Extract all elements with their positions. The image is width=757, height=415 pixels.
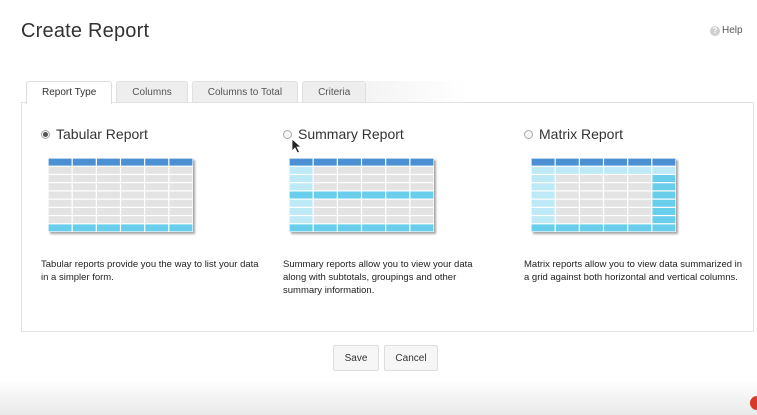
help-icon: ? <box>710 25 720 36</box>
matrix-report-description: Matrix reports allow you to view data su… <box>524 259 743 283</box>
summary-report-grid-icon <box>289 158 434 232</box>
tabular-report-option[interactable]: Tabular Report <box>41 126 148 142</box>
help-link[interactable]: ? Help <box>710 25 743 36</box>
tab-columns[interactable]: Columns <box>116 81 188 103</box>
record-indicator-icon <box>750 396 757 410</box>
tab-strip-background <box>366 81 466 103</box>
mouse-pointer-icon <box>291 138 303 154</box>
tabular-report-label: Tabular Report <box>56 126 148 142</box>
matrix-report-label: Matrix Report <box>539 126 624 142</box>
matrix-report-radio[interactable] <box>524 129 533 139</box>
save-button[interactable]: Save <box>333 345 379 371</box>
tab-criteria[interactable]: Criteria <box>302 81 367 103</box>
report-tabs: Report Type Columns Columns to Total Cri… <box>26 81 367 104</box>
help-label: Help <box>722 25 743 36</box>
cancel-button[interactable]: Cancel <box>384 345 438 371</box>
tab-columns-to-total[interactable]: Columns to Total <box>191 81 299 103</box>
summary-report-label: Summary Report <box>298 126 404 142</box>
matrix-report-option[interactable]: Matrix Report <box>524 126 623 142</box>
page-title: Create Report <box>21 20 150 42</box>
matrix-report-grid-icon <box>531 158 676 232</box>
tabular-report-description: Tabular reports provide you the way to l… <box>41 259 259 283</box>
tabular-report-radio[interactable] <box>41 129 50 139</box>
tabular-report-grid-icon <box>48 158 193 232</box>
tab-report-type[interactable]: Report Type <box>26 81 113 104</box>
summary-report-description: Summary reports allow you to view your d… <box>283 259 473 296</box>
bottom-shadow <box>0 380 757 415</box>
